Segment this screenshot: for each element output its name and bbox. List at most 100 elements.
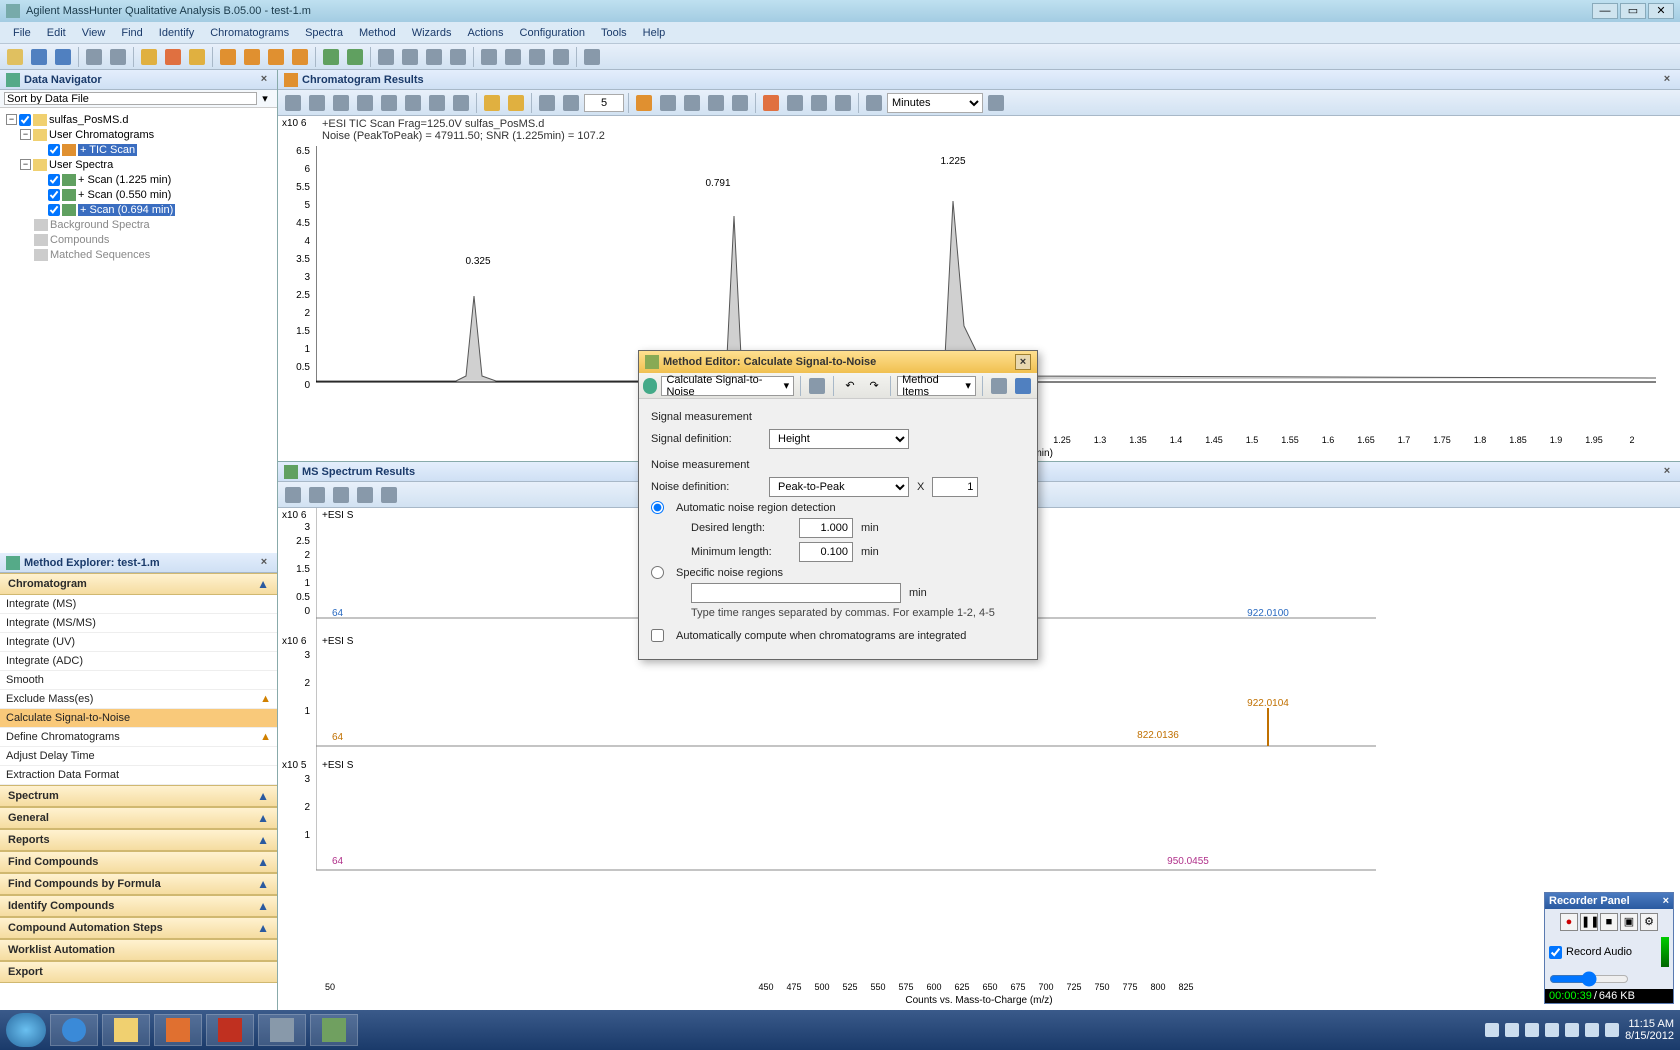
taskbar-app2[interactable] (310, 1014, 358, 1046)
ct-t4-icon[interactable] (729, 92, 751, 114)
menu-configuration[interactable]: Configuration (513, 25, 592, 41)
st-zoom-icon[interactable] (378, 484, 400, 506)
noise-definition-select[interactable]: Peak-to-Peak (769, 477, 909, 497)
sort-dropdown-icon[interactable]: ▾ (257, 92, 273, 105)
run-icon[interactable] (643, 378, 657, 394)
navigator-close-icon[interactable]: × (257, 73, 271, 87)
tree-scan-1[interactable]: + Scan (1.225 min) (78, 174, 171, 186)
tree-matched-seq[interactable]: Matched Sequences (50, 249, 150, 261)
start-button[interactable] (6, 1013, 46, 1047)
noise-regions-input[interactable] (691, 583, 901, 603)
menu-actions[interactable]: Actions (460, 25, 510, 41)
ct-pct3-icon[interactable] (808, 92, 830, 114)
dialog-titlebar[interactable]: Method Editor: Calculate Signal-to-Noise… (639, 351, 1037, 373)
tb-run-icon[interactable] (162, 46, 184, 68)
close-button[interactable]: ✕ (1648, 3, 1674, 19)
ct-expand-icon[interactable] (282, 92, 304, 114)
item-integrate-msms[interactable]: Integrate (MS/MS) (0, 614, 277, 633)
tb-find-icon[interactable] (186, 46, 208, 68)
auto-noise-radio[interactable] (651, 501, 664, 514)
ct-units-select[interactable]: Minutes (887, 93, 983, 113)
tree-user-chrom[interactable]: User Chromatograms (49, 129, 154, 141)
recorder-panel[interactable]: Recorder Panel× ● ❚❚ ■ ▣ ⚙ Record Audio … (1544, 892, 1674, 1004)
section-spectrum[interactable]: Spectrum▲ (0, 785, 277, 807)
menu-method[interactable]: Method (352, 25, 403, 41)
tb-tool2-icon[interactable] (399, 46, 421, 68)
ct-peak2-icon[interactable] (505, 92, 527, 114)
dlg-copy-icon[interactable] (989, 375, 1009, 397)
tb-peak3-icon[interactable] (265, 46, 287, 68)
method-explorer-close-icon[interactable]: × (257, 556, 271, 570)
recorder-titlebar[interactable]: Recorder Panel× (1545, 893, 1673, 909)
tb-layout-icon[interactable] (107, 46, 129, 68)
rec-record-button[interactable]: ● (1560, 913, 1578, 931)
item-integrate-adc[interactable]: Integrate (ADC) (0, 652, 277, 671)
section-worklist[interactable]: Worklist Automation (0, 939, 277, 961)
recorder-close-icon[interactable]: × (1663, 895, 1669, 907)
menu-tools[interactable]: Tools (594, 25, 634, 41)
ct-t3-icon[interactable] (705, 92, 727, 114)
ct-zoom-icon[interactable] (378, 92, 400, 114)
taskbar-app1[interactable] (258, 1014, 306, 1046)
sort-field[interactable] (4, 92, 257, 105)
tree-checkbox[interactable] (19, 114, 31, 126)
tray-icon[interactable] (1585, 1023, 1599, 1037)
tray-icon[interactable] (1485, 1023, 1499, 1037)
section-general[interactable]: General▲ (0, 807, 277, 829)
ct-undo-icon[interactable] (536, 92, 558, 114)
item-extraction-fmt[interactable]: Extraction Data Format (0, 766, 277, 785)
tb-tool6-icon[interactable] (502, 46, 524, 68)
dlg-save-icon[interactable] (1013, 375, 1033, 397)
st-h-icon[interactable] (330, 484, 352, 506)
tree-toggle-icon[interactable]: − (20, 159, 31, 170)
tree-checkbox[interactable] (48, 204, 60, 216)
ct-spin-input[interactable] (584, 94, 624, 112)
tb-chart-icon[interactable] (289, 46, 311, 68)
item-calc-sn[interactable]: Calculate Signal-to-Noise (0, 709, 277, 728)
tree-user-spec[interactable]: User Spectra (49, 159, 113, 171)
tb-spectrum1-icon[interactable] (320, 46, 342, 68)
menu-view[interactable]: View (75, 25, 113, 41)
menu-wizards[interactable]: Wizards (405, 25, 459, 41)
ct-harrows-icon[interactable] (330, 92, 352, 114)
tree-toggle-icon[interactable]: − (6, 114, 17, 125)
menu-find[interactable]: Find (114, 25, 149, 41)
menu-edit[interactable]: Edit (40, 25, 73, 41)
auto-compute-checkbox[interactable] (651, 629, 664, 642)
tree-checkbox[interactable] (48, 144, 60, 156)
item-define-chrom[interactable]: Define Chromatograms▲ (0, 728, 277, 747)
tree-toggle-icon[interactable]: − (20, 129, 31, 140)
st-expand-icon[interactable] (282, 484, 304, 506)
tb-save-as-icon[interactable] (52, 46, 74, 68)
ct-redo-icon[interactable] (560, 92, 582, 114)
signal-definition-select[interactable]: Height (769, 429, 909, 449)
ct-pan-icon[interactable] (306, 92, 328, 114)
st-pan-icon[interactable] (306, 484, 328, 506)
method-items-dropdown[interactable]: Method Items▾ (897, 376, 976, 396)
taskbar-media[interactable] (154, 1014, 202, 1046)
tb-tool3-icon[interactable] (423, 46, 445, 68)
tree-checkbox[interactable] (48, 189, 60, 201)
maximize-button[interactable]: ▭ (1620, 3, 1646, 19)
method-selector[interactable]: Calculate Signal-to-Noise▾ (661, 376, 794, 396)
taskbar-pdf[interactable] (206, 1014, 254, 1046)
menu-help[interactable]: Help (636, 25, 673, 41)
tree-scan-3[interactable]: + Scan (0.694 min) (78, 204, 175, 216)
tb-tool9-icon[interactable] (581, 46, 603, 68)
tb-spectrum2-icon[interactable] (344, 46, 366, 68)
section-find-compounds[interactable]: Find Compounds▲ (0, 851, 277, 873)
section-chromatogram[interactable]: Chromatogram▲ (0, 573, 277, 595)
section-reports[interactable]: Reports▲ (0, 829, 277, 851)
item-smooth[interactable]: Smooth (0, 671, 277, 690)
taskbar-ie[interactable] (50, 1014, 98, 1046)
ct-pct4-icon[interactable] (832, 92, 854, 114)
section-identify[interactable]: Identify Compounds▲ (0, 895, 277, 917)
tree-bg-spectra[interactable]: Background Spectra (50, 219, 150, 231)
dlg-undo-icon[interactable]: ↶ (840, 375, 860, 397)
item-integrate-ms[interactable]: Integrate (MS) (0, 595, 277, 614)
tb-tool1-icon[interactable] (375, 46, 397, 68)
tb-peak2-icon[interactable] (241, 46, 263, 68)
item-exclude-mass[interactable]: Exclude Mass(es)▲ (0, 690, 277, 709)
item-integrate-uv[interactable]: Integrate (UV) (0, 633, 277, 652)
tb-tool4-icon[interactable] (447, 46, 469, 68)
